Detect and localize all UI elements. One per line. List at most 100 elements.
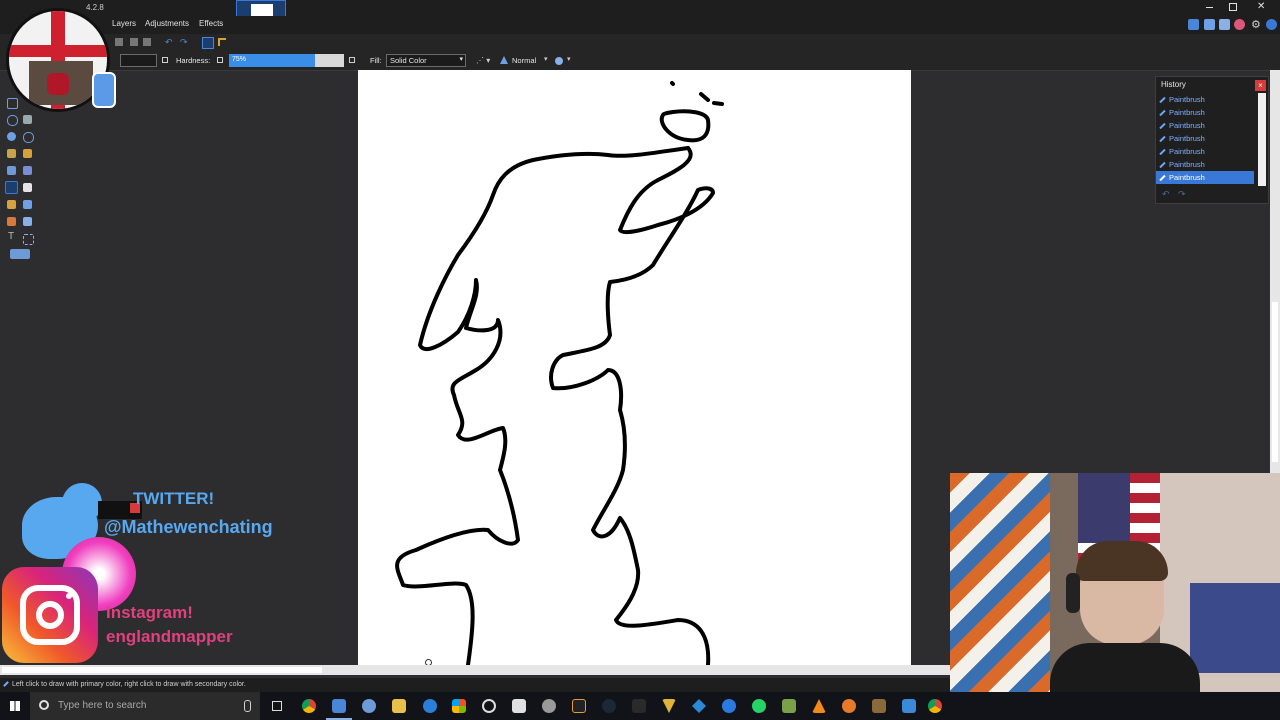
windows-start-icon[interactable]	[10, 701, 20, 711]
ellipse-select-icon[interactable]	[7, 132, 16, 141]
block-app-icon[interactable]	[872, 699, 886, 713]
color-picker-icon[interactable]	[23, 200, 32, 209]
paint-net-icon[interactable]	[332, 699, 346, 713]
file-explorer-icon[interactable]	[392, 699, 406, 713]
paint-net-alt-icon[interactable]	[362, 699, 376, 713]
paintbrush-icon	[1159, 122, 1166, 130]
vlc-icon[interactable]	[812, 699, 826, 713]
magic-wand-icon[interactable]	[7, 149, 16, 158]
eraser-icon[interactable]	[23, 183, 32, 192]
restore-icon[interactable]	[1229, 3, 1237, 11]
blend-mode-select[interactable]: Normal	[512, 56, 536, 65]
islet-marks	[670, 81, 724, 106]
minecraft-icon[interactable]	[782, 699, 796, 713]
layers-window-icon[interactable]	[1219, 19, 1230, 30]
history-item-label: Paintbrush	[1169, 121, 1205, 130]
antialias-icon[interactable]: ⋰ ▾	[476, 56, 490, 65]
history-item[interactable]: Paintbrush	[1156, 132, 1254, 145]
text-icon[interactable]: T	[8, 231, 14, 242]
alpha-chevron-down-icon[interactable]: ▾	[567, 55, 571, 63]
fill-select[interactable]: Solid Color ▾	[386, 54, 466, 67]
tools-window-icon[interactable]	[1188, 19, 1199, 30]
paintbrush-icon[interactable]	[5, 181, 18, 194]
grid-icon[interactable]	[202, 37, 214, 49]
steam-icon[interactable]	[602, 699, 616, 713]
move-selection-icon[interactable]	[23, 115, 32, 124]
cut-icon[interactable]	[115, 38, 123, 46]
drawing-canvas[interactable]	[358, 70, 911, 666]
horizontal-scrollbar[interactable]	[0, 665, 950, 675]
tools-palette: T	[4, 95, 36, 265]
sourcetree-icon[interactable]	[692, 699, 706, 713]
lasso-select-icon[interactable]	[7, 115, 18, 126]
settings-icon[interactable]: ⚙	[1251, 18, 1261, 31]
history-item[interactable]: Paintbrush	[1156, 106, 1254, 119]
instagram-heading: Instagram!	[106, 603, 193, 622]
menu-adjustments[interactable]: Adjustments	[145, 19, 189, 28]
line-curve-icon[interactable]	[23, 234, 34, 245]
bag-icon[interactable]	[512, 699, 526, 713]
blender-icon[interactable]	[842, 699, 856, 713]
brush-width-toggle-icon[interactable]	[162, 57, 168, 63]
close-window-icon[interactable]: ✕	[1257, 1, 1265, 12]
horizontal-scrollbar-thumb[interactable]	[2, 667, 322, 673]
history-window-icon[interactable]	[1204, 19, 1215, 30]
history-scrollbar[interactable]	[1258, 93, 1266, 186]
vegas-icon[interactable]	[662, 699, 676, 713]
hardness-plus-icon[interactable]	[349, 57, 355, 63]
game-icon[interactable]	[542, 699, 556, 713]
app-chrome-alt-icon[interactable]	[928, 699, 942, 713]
photos-icon[interactable]	[902, 699, 916, 713]
clone-stamp-icon[interactable]	[7, 217, 16, 226]
blend-chevron-down-icon[interactable]: ▾	[544, 55, 548, 63]
ruler-icon[interactable]	[218, 38, 226, 46]
paint-bucket-icon[interactable]	[7, 166, 16, 175]
history-item[interactable]: Paintbrush	[1156, 158, 1254, 171]
pencil-icon[interactable]	[7, 200, 16, 209]
shapes-icon[interactable]	[10, 249, 30, 259]
search-box[interactable]: Type here to search	[30, 692, 260, 720]
pan-icon[interactable]	[23, 149, 32, 158]
paintbrush-icon	[1159, 109, 1166, 117]
terminal-icon[interactable]	[572, 699, 586, 713]
undo-icon[interactable]: ↶	[165, 37, 173, 48]
brush-width-input[interactable]	[120, 54, 157, 67]
cross-horizontal	[9, 45, 107, 57]
microphone-icon[interactable]	[244, 700, 251, 712]
hardness-minus-icon[interactable]	[217, 57, 223, 63]
help-icon[interactable]	[1266, 19, 1277, 30]
minimize-icon[interactable]	[1206, 7, 1213, 8]
paste-icon[interactable]	[143, 38, 151, 46]
edge-icon[interactable]	[423, 699, 437, 713]
redo-icon[interactable]: ↷	[180, 37, 188, 48]
history-item[interactable]: Paintbrush	[1156, 119, 1254, 132]
menu-effects[interactable]: Effects	[199, 19, 223, 28]
history-item[interactable]: Paintbrush	[1156, 93, 1254, 106]
island-outline	[659, 109, 711, 143]
task-view-icon[interactable]	[272, 701, 282, 711]
status-hint: Left click to draw with primary color, r…	[12, 681, 246, 688]
store-icon[interactable]	[452, 699, 466, 713]
copy-icon[interactable]	[130, 38, 138, 46]
whatsapp-icon[interactable]	[752, 699, 766, 713]
vertical-scrollbar-thumb[interactable]	[1272, 302, 1278, 462]
alpha-blending-icon[interactable]	[555, 57, 563, 65]
history-close-button[interactable]: ×	[1255, 80, 1266, 91]
spotify-icon[interactable]	[632, 699, 646, 713]
hardness-label: Hardness:	[176, 56, 211, 65]
history-undo-icon[interactable]: ↶	[1162, 189, 1170, 200]
recolor-icon[interactable]	[23, 217, 32, 226]
hardness-slider[interactable]: 75%	[229, 54, 344, 67]
zoom-icon[interactable]	[23, 132, 34, 143]
colors-window-icon[interactable]	[1234, 19, 1245, 30]
obs-icon[interactable]	[482, 699, 496, 713]
history-item-selected[interactable]: Paintbrush	[1156, 171, 1254, 184]
history-item[interactable]: Paintbrush	[1156, 145, 1254, 158]
chrome-icon[interactable]	[302, 699, 316, 713]
gradient-icon[interactable]	[23, 166, 32, 175]
fill-select-value: Solid Color	[390, 56, 427, 65]
vertical-scrollbar[interactable]	[1270, 70, 1280, 475]
history-item-label: Paintbrush	[1169, 173, 1205, 182]
history-redo-icon[interactable]: ↷	[1178, 189, 1186, 200]
skype-icon[interactable]	[722, 699, 736, 713]
